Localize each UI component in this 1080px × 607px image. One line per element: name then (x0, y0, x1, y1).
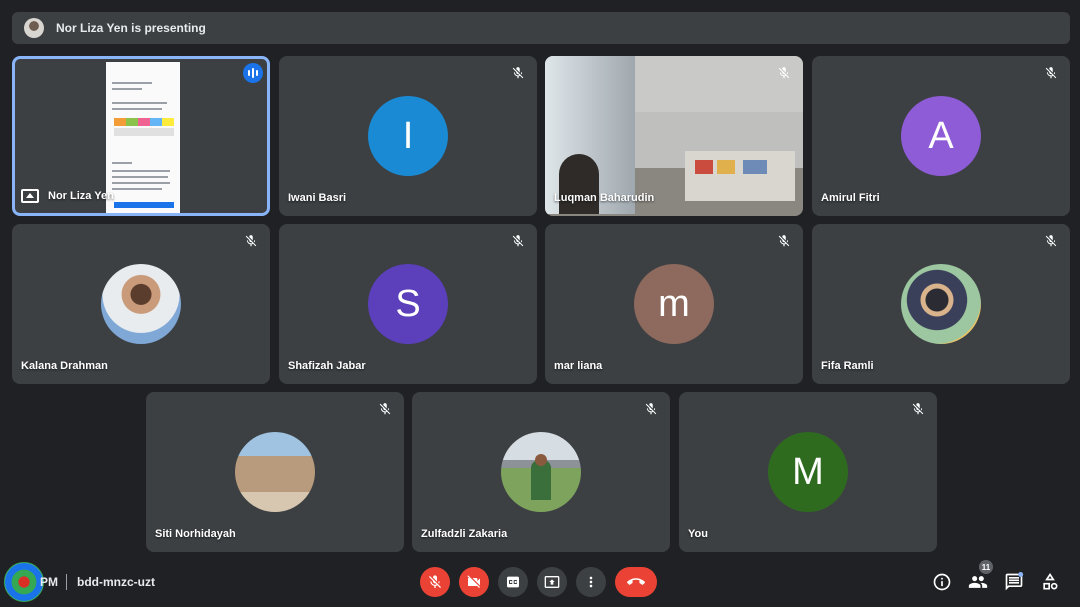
speaking-indicator-icon (243, 63, 263, 83)
participant-name: Siti Norhidayah (155, 528, 236, 540)
participant-name: Nor Liza Yen (48, 190, 114, 202)
avatar-photo (235, 432, 315, 512)
mic-off-icon (512, 235, 524, 247)
call-end-icon (627, 578, 645, 585)
mic-off-icon (245, 235, 257, 247)
mic-off-icon (512, 67, 524, 79)
participant-name: Zulfadzli Zakaria (421, 528, 508, 540)
avatar: A (901, 96, 981, 176)
closed-caption-icon (507, 576, 519, 588)
participant-tile[interactable]: I Iwani Basri (279, 56, 537, 216)
presenter-avatar (24, 18, 44, 38)
avatar: M (768, 432, 848, 512)
chat-icon[interactable] (1004, 572, 1024, 592)
info-icon[interactable] (932, 572, 952, 592)
meeting-time: PM (40, 575, 58, 589)
participant-tile[interactable]: Zulfadzli Zakaria (412, 392, 670, 552)
mic-off-icon (778, 67, 790, 79)
participant-name: Amirul Fitri (821, 192, 880, 204)
participant-tile[interactable]: Siti Norhidayah (146, 392, 404, 552)
presenting-text: Nor Liza Yen is presenting (56, 21, 206, 35)
shared-slide-thumbnail (106, 62, 180, 213)
present-to-all-icon (544, 576, 560, 588)
participant-name: Luqman Baharudin (554, 192, 655, 204)
participant-tile-self[interactable]: M You (679, 392, 937, 552)
participant-tile[interactable]: A Amirul Fitri (812, 56, 1070, 216)
mic-off-icon (778, 235, 790, 247)
organization-logo-icon (4, 562, 44, 602)
participant-tile[interactable]: Fifa Ramli (812, 224, 1070, 384)
avatar-photo (901, 264, 981, 344)
bottom-control-bar: PM bdd-mnzc-uzt 11 (0, 560, 1080, 607)
present-to-all-icon (21, 189, 39, 203)
activities-icon[interactable] (1040, 572, 1060, 592)
people-icon[interactable] (968, 572, 988, 592)
avatar: m (634, 264, 714, 344)
mic-off-icon (379, 403, 391, 415)
participant-count-badge: 11 (979, 560, 993, 574)
mic-off-icon (912, 403, 924, 415)
participant-name: Shafizah Jabar (288, 360, 366, 372)
participant-name: Kalana Drahman (21, 360, 108, 372)
avatar-photo (101, 264, 181, 344)
microphone-toggle-button[interactable] (420, 567, 450, 597)
participant-tile[interactable]: Kalana Drahman (12, 224, 270, 384)
participant-tile[interactable]: S Shafizah Jabar (279, 224, 537, 384)
avatar: S (368, 264, 448, 344)
presenting-banner: Nor Liza Yen is presenting (12, 12, 1070, 44)
participant-name: mar liana (554, 360, 603, 372)
avatar: I (368, 96, 448, 176)
participant-tile[interactable]: m mar liana (545, 224, 803, 384)
leave-call-button[interactable] (615, 567, 657, 597)
videocam-off-icon (467, 575, 480, 588)
avatar-photo (501, 432, 581, 512)
participant-name: Fifa Ramli (821, 360, 874, 372)
more-vert-icon (589, 576, 593, 588)
mic-off-icon (429, 575, 441, 588)
camera-toggle-button[interactable] (459, 567, 489, 597)
mic-off-icon (1045, 235, 1057, 247)
participant-tile-presenter[interactable]: Nor Liza Yen (12, 56, 270, 216)
participant-name: You (688, 528, 708, 540)
divider (66, 574, 67, 590)
more-options-button[interactable] (576, 567, 606, 597)
mic-off-icon (1045, 67, 1057, 79)
captions-button[interactable] (498, 567, 528, 597)
meeting-code: bdd-mnzc-uzt (77, 575, 155, 589)
mic-off-icon (645, 403, 657, 415)
present-now-button[interactable] (537, 567, 567, 597)
participant-tile-video[interactable]: Luqman Baharudin (545, 56, 803, 216)
participant-name: Iwani Basri (288, 192, 347, 204)
